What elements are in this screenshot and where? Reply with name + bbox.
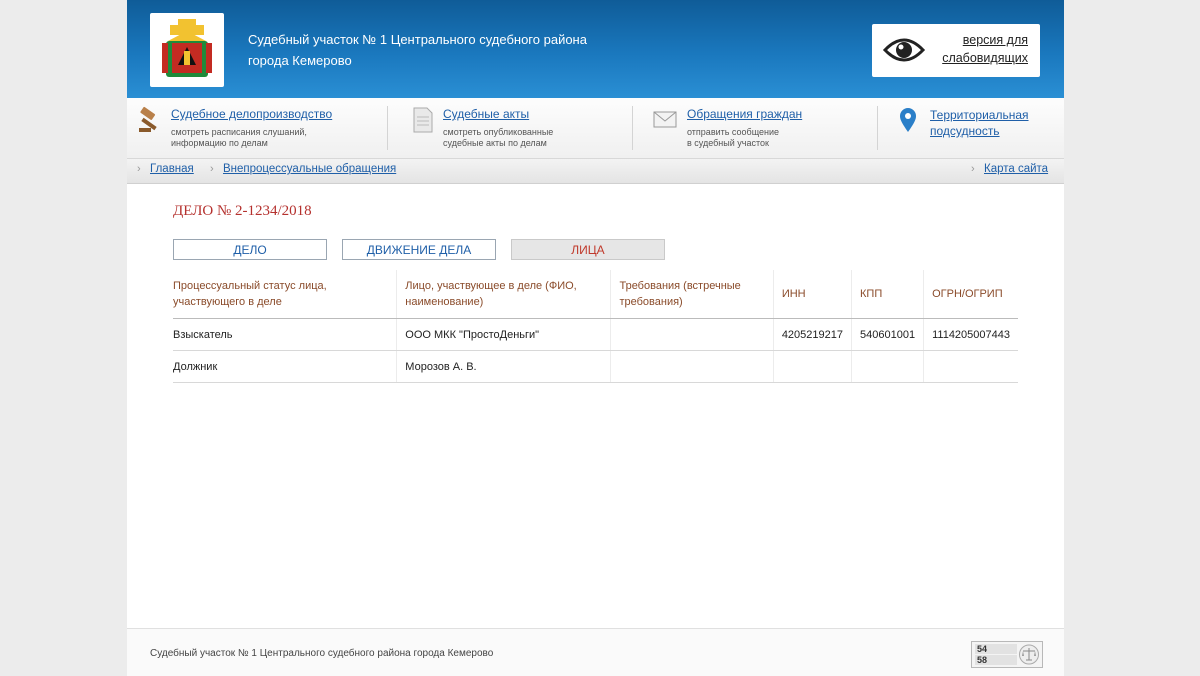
cell-status: Должник bbox=[173, 350, 397, 383]
parties-table: Процессуальный статус лица, участвующего… bbox=[173, 270, 1018, 383]
counter-value-top: 54 bbox=[975, 644, 1017, 654]
cell-party: Морозов А. В. bbox=[396, 350, 611, 383]
main-nav: Судебное делопроизводство смотреть распи… bbox=[127, 98, 1064, 159]
low-vision-label-line1: версия для bbox=[962, 33, 1028, 47]
low-vision-version-button[interactable]: версия для слабовидящих bbox=[872, 24, 1040, 77]
cell-claims bbox=[610, 350, 774, 383]
site-footer: Судебный участок № 1 Центрального судебн… bbox=[127, 628, 1064, 676]
nav-divider bbox=[632, 106, 633, 150]
column-header-status: Процессуальный статус лица, участвующего… bbox=[173, 270, 397, 319]
table-row: Взыскатель ООО МКК "ПростоДеньги" 420521… bbox=[173, 318, 1018, 351]
nav-title-court-proceedings[interactable]: Судебное делопроизводство bbox=[171, 107, 332, 121]
envelope-icon bbox=[653, 111, 677, 128]
table-row: Должник Морозов А. В. bbox=[173, 350, 1018, 383]
nav-desc-line2: информацию по делам bbox=[171, 138, 268, 148]
breadcrumb-home-link[interactable]: Главная bbox=[150, 163, 194, 175]
cell-ogrn: 1114205007443 bbox=[923, 318, 1018, 351]
chevron-right-icon: › bbox=[210, 163, 214, 175]
sitemap-link[interactable]: Карта сайта bbox=[984, 163, 1048, 175]
cell-party: ООО МКК "ПростоДеньги" bbox=[396, 318, 611, 351]
nav-desc-line2: судебные акты по делам bbox=[443, 138, 547, 148]
eye-icon bbox=[883, 38, 925, 62]
chevron-right-icon: › bbox=[137, 163, 141, 175]
nav-desc-court-proceedings: смотреть расписания слушаний, информацию… bbox=[171, 127, 341, 149]
nav-title-line2[interactable]: подсудность bbox=[930, 123, 1029, 139]
map-pin-icon bbox=[900, 108, 916, 132]
site-title: Судебный участок № 1 Центрального судебн… bbox=[248, 29, 587, 71]
nav-title-court-acts[interactable]: Судебные акты bbox=[443, 107, 529, 121]
nav-item-citizen-appeals[interactable]: Обращения граждан отправить сообщение в … bbox=[652, 98, 872, 158]
tab-case[interactable]: ДЕЛО bbox=[173, 239, 327, 260]
chevron-right-icon: › bbox=[971, 163, 975, 175]
gavel-icon bbox=[139, 106, 157, 132]
site-header: Судебный участок № 1 Центрального судебн… bbox=[127, 0, 1064, 98]
case-title: ДЕЛО № 2-1234/2018 bbox=[173, 203, 312, 219]
cell-status: Взыскатель bbox=[173, 318, 397, 351]
column-header-party: Лицо, участвующее в деле (ФИО, наименова… bbox=[396, 270, 611, 319]
visitor-counter[interactable]: 54 58 bbox=[971, 641, 1043, 668]
tab-parties[interactable]: ЛИЦА bbox=[511, 239, 665, 260]
table-header-row: Процессуальный статус лица, участвующего… bbox=[173, 270, 1018, 319]
nav-desc-line1: смотреть расписания слушаний, bbox=[171, 127, 307, 137]
cell-kpp bbox=[850, 350, 924, 383]
nav-desc-court-acts: смотреть опубликованные судебные акты по… bbox=[443, 127, 613, 149]
nav-item-court-proceedings[interactable]: Судебное делопроизводство смотреть распи… bbox=[137, 98, 387, 158]
nav-title-citizen-appeals[interactable]: Обращения граждан bbox=[687, 107, 802, 121]
nav-item-jurisdiction[interactable]: Территориальная подсудность bbox=[897, 98, 1057, 158]
nav-title-jurisdiction[interactable]: Территориальная подсудность bbox=[930, 107, 1029, 139]
cell-ogrn bbox=[923, 350, 1018, 383]
column-header-inn: ИНН bbox=[772, 270, 852, 319]
column-header-claims: Требования (встречные требования) bbox=[610, 270, 774, 319]
breadcrumb: › Главная › Внепроцессуальные обращения … bbox=[127, 159, 1064, 184]
footer-text: Судебный участок № 1 Центрального судебн… bbox=[150, 648, 494, 659]
nav-divider bbox=[387, 106, 388, 150]
scales-icon bbox=[1019, 644, 1039, 665]
nav-desc-line1: отправить сообщение bbox=[687, 127, 780, 137]
nav-desc-line1: смотреть опубликованные bbox=[443, 127, 554, 137]
page: Судебный участок № 1 Центрального судебн… bbox=[127, 0, 1064, 676]
site-title-line1: Судебный участок № 1 Центрального судебн… bbox=[248, 32, 587, 47]
nav-desc-citizen-appeals: отправить сообщение в судебный участок bbox=[687, 127, 857, 149]
document-icon bbox=[413, 107, 433, 133]
nav-title-line1[interactable]: Территориальная bbox=[930, 107, 1029, 123]
breadcrumb-section-link[interactable]: Внепроцессуальные обращения bbox=[223, 163, 396, 175]
cell-kpp: 540601001 bbox=[850, 318, 924, 351]
site-title-line2: города Кемерово bbox=[248, 53, 352, 68]
cell-inn: 4205219217 bbox=[772, 318, 852, 351]
coat-of-arms-logo[interactable] bbox=[150, 13, 224, 87]
column-header-kpp: КПП bbox=[850, 270, 924, 319]
low-vision-label-line2: слабовидящих bbox=[942, 51, 1028, 65]
nav-divider bbox=[877, 106, 878, 150]
nav-item-court-acts[interactable]: Судебные акты смотреть опубликованные су… bbox=[409, 98, 629, 158]
nav-desc-line2: в судебный участок bbox=[687, 138, 769, 148]
counter-value-bottom: 58 bbox=[975, 655, 1017, 665]
cell-claims bbox=[610, 318, 774, 351]
column-header-ogrn: ОГРН/ОГРИП bbox=[923, 270, 1018, 319]
tab-case-movement[interactable]: ДВИЖЕНИЕ ДЕЛА bbox=[342, 239, 496, 260]
cell-inn bbox=[772, 350, 852, 383]
